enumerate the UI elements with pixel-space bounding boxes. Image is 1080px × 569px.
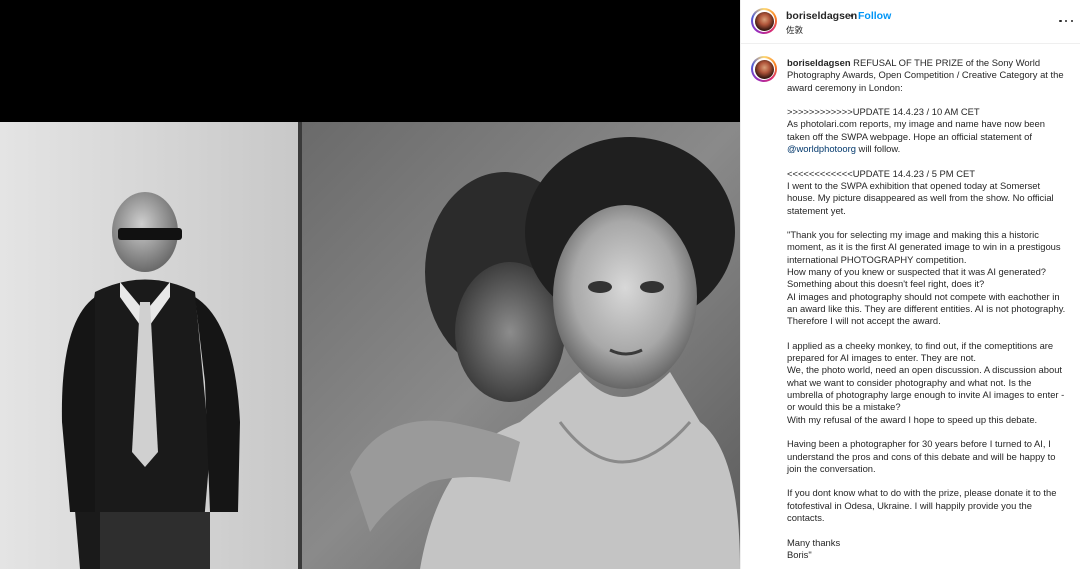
- post-media[interactable]: [0, 0, 740, 569]
- post-caption: boriseldagsen REFUSAL OF THE PRIZE of th…: [741, 54, 1080, 569]
- more-options-icon[interactable]: [1059, 14, 1073, 28]
- follow-button[interactable]: Follow: [858, 10, 891, 22]
- avatar-image: [754, 59, 774, 79]
- mention-link[interactable]: @worldphotoorg: [787, 143, 856, 154]
- caption-update-1: >>>>>>>>>>>>UPDATE 14.4.23 / 10 AM CET A…: [787, 106, 1048, 155]
- post-photo: [0, 122, 740, 569]
- caption-thanks-paragraph: "Thank you for selecting my image and ma…: [787, 229, 1066, 327]
- caption-author-avatar[interactable]: [751, 56, 777, 82]
- avatar-image: [754, 11, 774, 31]
- photo-illustration: [0, 122, 740, 569]
- post-location[interactable]: 佐敦: [786, 24, 803, 36]
- caption-signoff: Many thanks Boris": [787, 536, 841, 560]
- caption-experience-paragraph: Having been a photographer for 30 years …: [787, 438, 1059, 474]
- separator-dot: •: [850, 10, 854, 22]
- caption-donate-paragraph: If you dont know what to do with the pri…: [787, 487, 1060, 523]
- caption-intro: boriseldagsen REFUSAL OF THE PRIZE of th…: [787, 57, 1067, 93]
- caption-monkey-paragraph: I applied as a cheeky monkey, to find ou…: [787, 339, 1065, 425]
- post-header: boriseldagsen • Follow 佐敦: [741, 0, 1080, 44]
- caption-username[interactable]: boriseldagsen: [787, 57, 851, 68]
- caption-text: boriseldagsen REFUSAL OF THE PRIZE of th…: [787, 57, 1067, 561]
- caption-update-2: <<<<<<<<<<<<UPDATE 14.4.23 / 5 PM CET I …: [787, 167, 1057, 216]
- author-avatar[interactable]: [751, 8, 777, 34]
- author-username[interactable]: boriseldagsen: [786, 10, 857, 22]
- post-details-panel: boriseldagsen • Follow 佐敦 boriseldagsen …: [740, 0, 1080, 569]
